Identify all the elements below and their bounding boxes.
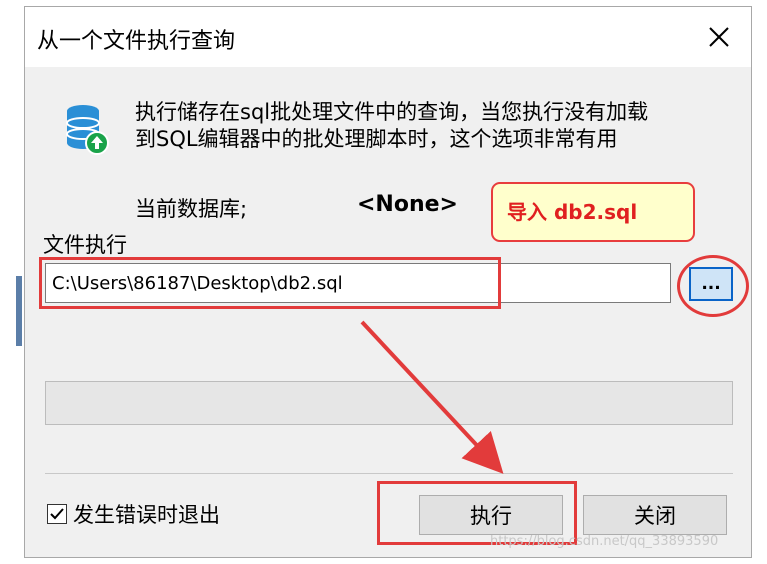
description-line-2: 到SQL编辑器中的批处理脚本时，这个选项非常有用 — [135, 127, 618, 151]
progress-bar — [45, 381, 733, 425]
exit-on-error-option[interactable]: 发生错误时退出 — [47, 499, 220, 529]
execute-query-dialog: 从一个文件执行查询 执行储存在sql批处理文件中的查询，当您执行没有加载 到SQ… — [24, 6, 752, 558]
browse-file-button[interactable]: ... — [689, 267, 733, 301]
execute-button[interactable]: 执行 — [419, 495, 563, 535]
watermark-text: https://blog.csdn.net/qq_33893590 — [490, 534, 719, 549]
checkmark-icon — [50, 508, 64, 520]
current-database-label: 当前数据库; — [135, 197, 248, 221]
separator-line — [45, 473, 733, 474]
window-title: 从一个文件执行查询 — [37, 29, 236, 54]
description-text: 执行储存在sql批处理文件中的查询，当您执行没有加载 到SQL编辑器中的批处理脚… — [135, 99, 735, 153]
current-database-value: <None> — [357, 192, 458, 217]
background-edge-strip — [16, 276, 22, 346]
file-execute-label: 文件执行 — [43, 233, 127, 257]
exit-on-error-checkbox[interactable] — [47, 504, 67, 524]
close-button[interactable]: 关闭 — [583, 495, 727, 535]
exit-on-error-label: 发生错误时退出 — [73, 503, 220, 527]
title-bar: 从一个文件执行查询 — [25, 7, 751, 67]
close-window-button[interactable] — [687, 7, 751, 67]
close-icon — [709, 27, 729, 47]
annotation-callout: 导入 db2.sql — [491, 182, 695, 242]
file-path-input[interactable] — [45, 263, 671, 303]
database-upload-icon — [66, 105, 109, 155]
description-line-1: 执行储存在sql批处理文件中的查询，当您执行没有加载 — [135, 100, 649, 124]
